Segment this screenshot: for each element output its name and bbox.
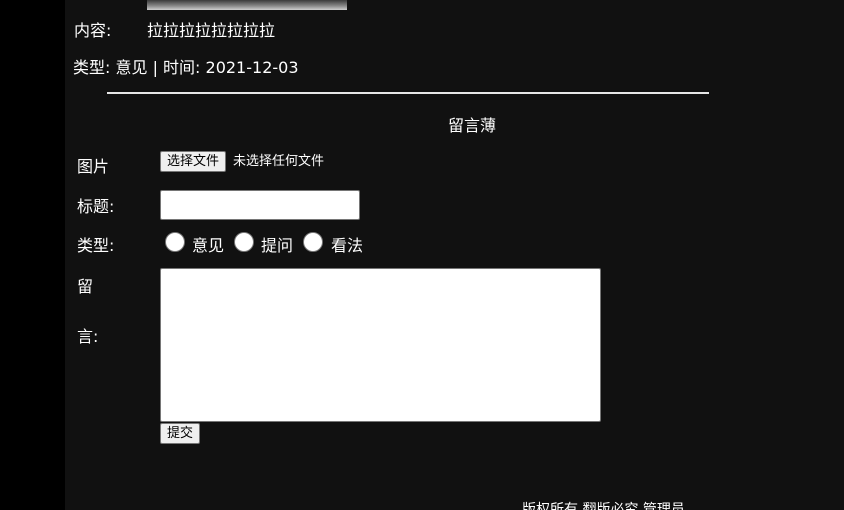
title-label: 标题: (77, 197, 115, 216)
footer-text: 版权所有 翻版必究 管理员 (522, 502, 685, 510)
message-meta: 类型: 意见 | 时间: 2021-12-03 (73, 58, 299, 77)
message-textarea[interactable] (160, 268, 601, 422)
title-input[interactable] (160, 190, 360, 220)
type-radio-view[interactable] (303, 232, 323, 252)
message-label-line1: 留 (77, 277, 94, 296)
submit-button[interactable]: 提交 (160, 423, 201, 444)
type-label: 类型: (77, 236, 115, 255)
image-label: 图片 (77, 157, 110, 176)
message-label-line2: 言: (77, 327, 99, 346)
file-status-text: 未选择任何文件 (233, 154, 325, 169)
type-radio-view-label: 看法 (331, 236, 364, 255)
type-radio-opinion[interactable] (165, 232, 185, 252)
content-label: 内容: (74, 21, 112, 40)
type-radio-question-label: 提问 (261, 236, 294, 255)
type-radio-opinion-label: 意见 (192, 236, 225, 255)
divider (107, 92, 709, 94)
type-radio-question[interactable] (234, 232, 254, 252)
page: 内容: 拉拉拉拉拉拉拉拉 类型: 意见 | 时间: 2021-12-03 留言薄… (65, 0, 844, 510)
guestbook-title: 留言薄 (448, 116, 497, 135)
choose-file-button[interactable]: 选择文件 (160, 151, 227, 172)
content-value: 拉拉拉拉拉拉拉拉 (147, 21, 276, 40)
message-image-thumbnail (147, 0, 347, 10)
